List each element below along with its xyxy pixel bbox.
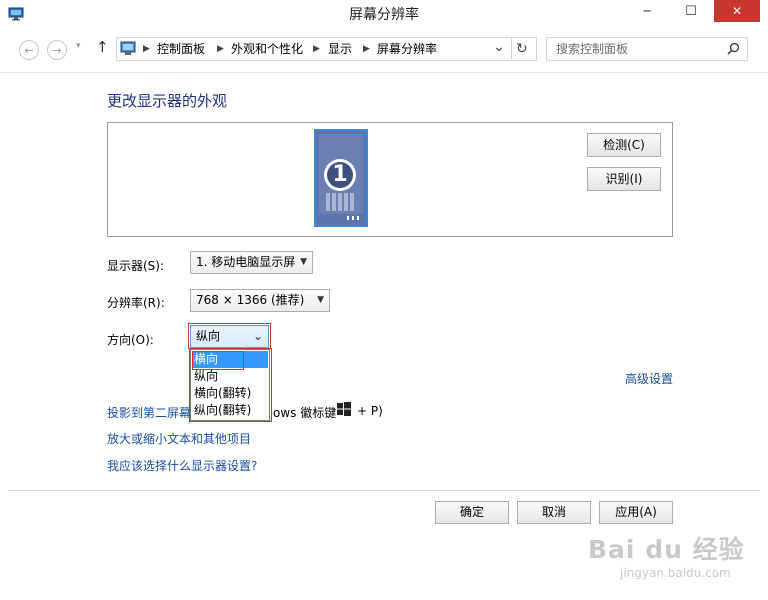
close-button[interactable]: ✕	[714, 0, 760, 22]
apply-button[interactable]: 应用(A)	[599, 501, 673, 524]
search-icon[interactable]	[727, 42, 740, 55]
watermark-logo: Bai du 经验	[588, 535, 745, 564]
breadcrumb-control-panel[interactable]: 控制面板	[157, 38, 205, 60]
monitor-1-thumbnail[interactable]: 1	[314, 129, 368, 227]
resolution-select-value: 768 × 1366 (推荐)	[196, 293, 305, 307]
display-settings-help-link[interactable]: 我应该选择什么显示器设置?	[107, 457, 257, 474]
list-highlight-box	[189, 348, 272, 422]
up-arrow-icon: ↑	[96, 38, 109, 56]
minimize-button[interactable]: ─	[624, 0, 670, 22]
crumb-separator-icon: ▶	[363, 44, 370, 54]
display-label: 显示器(S):	[107, 259, 165, 273]
address-dropdown-icon[interactable]: ⌄	[493, 38, 505, 56]
breadcrumb-appearance[interactable]: 外观和个性化	[231, 38, 303, 60]
chevron-down-icon: ▼	[300, 257, 307, 267]
advanced-settings-link[interactable]: 高级设置	[625, 370, 673, 387]
start-tiles-decoration	[326, 193, 356, 211]
identify-button[interactable]: 识别(I)	[587, 167, 661, 191]
toolbar-divider	[0, 72, 768, 73]
footer-divider	[8, 490, 760, 491]
crumb-separator-icon: ▶	[313, 44, 320, 54]
back-button[interactable]: ←	[19, 40, 39, 60]
orientation-select-value: 纵向	[196, 329, 221, 343]
search-input[interactable]: 搜索控制面板	[546, 37, 748, 61]
close-icon: ✕	[731, 4, 743, 18]
display-select[interactable]: 1. 移动电脑显示屏 ▼	[190, 251, 313, 274]
address-bar[interactable]: ▶ 控制面板 ▶ 外观和个性化 ▶ 显示 ▶ 屏幕分辨率 ⌄ ↻	[116, 37, 537, 61]
cancel-button[interactable]: 取消	[517, 501, 591, 524]
project-shortcut-key: + P)	[357, 404, 383, 418]
address-divider	[511, 38, 512, 60]
watermark-url: jingyan.baidu.com	[620, 566, 731, 580]
title-bar: 屏幕分辨率 ─ ☐ ✕	[0, 0, 768, 30]
orientation-label: 方向(O):	[107, 333, 154, 347]
resolution-select[interactable]: 768 × 1366 (推荐) ▼	[190, 289, 330, 312]
windows-logo-icon	[337, 402, 351, 416]
back-arrow-icon: ←	[24, 43, 34, 57]
breadcrumb-screen-resolution[interactable]: 屏幕分辨率	[377, 38, 437, 60]
breadcrumb-display[interactable]: 显示	[328, 38, 352, 60]
display-select-value: 1. 移动电脑显示屏	[196, 255, 296, 269]
search-placeholder: 搜索控制面板	[556, 42, 629, 56]
crumb-separator-icon: ▶	[143, 44, 150, 54]
recent-locations-button[interactable]: ▾	[76, 41, 81, 51]
project-second-screen-link[interactable]: 投影到第二屏幕	[107, 404, 191, 421]
crumb-separator-icon: ▶	[217, 44, 224, 54]
minimize-icon: ─	[643, 4, 651, 18]
display-settings-icon	[8, 7, 24, 21]
control-panel-icon	[120, 41, 136, 55]
project-shortcut-text: ows 徽标键	[273, 406, 337, 420]
text-size-link[interactable]: 放大或缩小文本和其他项目	[107, 430, 251, 447]
chevron-down-icon: ▾	[76, 41, 81, 51]
up-button[interactable]: ↑	[96, 38, 109, 56]
forward-arrow-icon: →	[52, 43, 62, 57]
ok-button[interactable]: 确定	[435, 501, 509, 524]
maximize-icon: ☐	[685, 3, 697, 19]
monitor-arrangement-panel: 1 检测(C) 识别(I)	[107, 122, 673, 237]
page-title: 更改显示器的外观	[107, 92, 228, 110]
detect-button[interactable]: 检测(C)	[587, 133, 661, 157]
taskbar-dots	[347, 216, 361, 220]
resolution-label: 分辨率(R):	[107, 296, 165, 310]
forward-button[interactable]: →	[47, 40, 67, 60]
chevron-down-icon: ⌄	[252, 329, 263, 343]
orientation-select[interactable]: 纵向 ⌄	[190, 325, 269, 348]
chevron-down-icon: ▼	[317, 295, 324, 305]
refresh-icon[interactable]: ↻	[516, 38, 528, 60]
maximize-button[interactable]: ☐	[668, 0, 714, 22]
monitor-number: 1	[332, 162, 348, 187]
